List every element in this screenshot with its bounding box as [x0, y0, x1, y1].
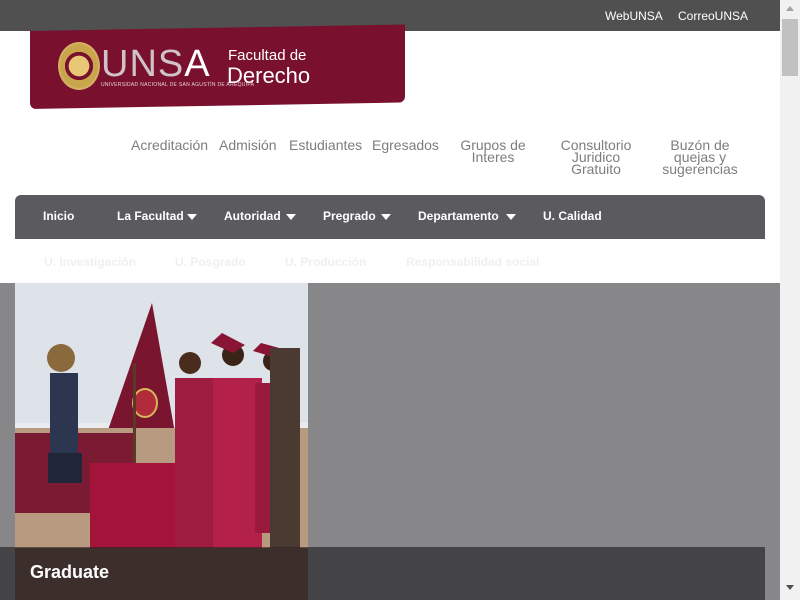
faculty-name-line1: Facultad de [228, 47, 307, 64]
correounsa-link[interactable]: CorreoUNSA [678, 9, 748, 23]
menu-la-facultad[interactable]: La Facultad [117, 209, 184, 223]
chevron-down-icon [286, 214, 296, 220]
nav-buzon-quejas[interactable]: Buzón de quejas y sugerencias [660, 138, 740, 176]
menu-departamento[interactable]: Departamento [418, 209, 499, 223]
photo-caption: Graduate [30, 562, 110, 582]
nav-estudiantes[interactable]: Estudiantes [289, 138, 362, 152]
main-menu: Inicio La Facultad Autoridad Pregrado De… [15, 195, 765, 239]
menu-u-investigacion[interactable]: U. Investigación [44, 255, 136, 269]
chevron-down-icon [381, 214, 391, 220]
scroll-down-arrow-icon[interactable] [786, 585, 794, 590]
chevron-down-icon [506, 214, 516, 220]
sub-menu: U. Investigación U. Posgrado U. Producci… [15, 239, 780, 283]
faculty-name-line2: Derecho [227, 63, 311, 88]
menu-u-produccion[interactable]: U. Producción [285, 255, 366, 269]
menu-u-calidad[interactable]: U. Calidad [543, 209, 602, 223]
nav-consultorio-juridico[interactable]: Consultorio Juridico Gratuito [554, 138, 638, 176]
scrollbar-thumb[interactable] [782, 19, 798, 76]
nav-grupos-de-interes[interactable]: Grupos de Interes [453, 138, 533, 164]
page-scrollbar[interactable] [780, 0, 800, 600]
nav-admision[interactable]: Admisión [219, 138, 277, 152]
menu-autoridad[interactable]: Autoridad [224, 209, 281, 223]
menu-inicio[interactable]: Inicio [43, 209, 74, 223]
chevron-down-icon [187, 214, 197, 220]
university-seal-icon [58, 42, 100, 90]
logo-wordmark: UNSA [101, 43, 211, 85]
menu-responsabilidad-social[interactable]: Responsabilidad social [406, 255, 539, 269]
menu-pregrado[interactable]: Pregrado [323, 209, 376, 223]
nav-egresados[interactable]: Egresados [372, 138, 439, 152]
webunsa-link[interactable]: WebUNSA [605, 9, 663, 23]
nav-acreditacion[interactable]: Acreditación [131, 138, 208, 152]
scroll-up-arrow-icon[interactable] [786, 6, 794, 11]
menu-u-posgrado[interactable]: U. Posgrado [175, 255, 246, 269]
